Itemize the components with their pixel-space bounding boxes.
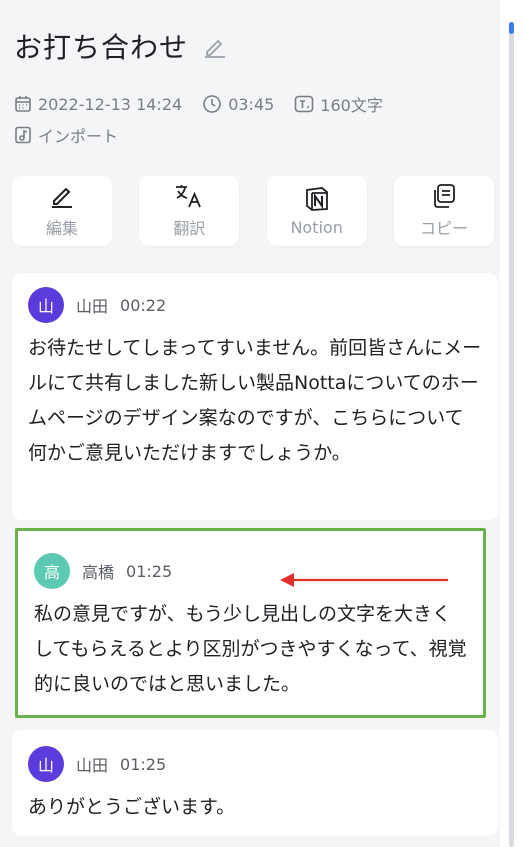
page-title: お打ち合わせ	[14, 31, 189, 64]
meta-chars: 160文字	[294, 92, 383, 116]
copy-icon	[434, 184, 455, 208]
meta-source-text: インポート	[38, 127, 119, 146]
scrollbar-thumb-accent	[509, 22, 514, 34]
transcript-item[interactable]: 山 山田 00:22 お待たせしてしまってすいません。前回皆さんにメールにて共有…	[12, 273, 498, 520]
music-file-icon	[15, 126, 31, 144]
meta-source-row: インポート	[14, 123, 138, 147]
meta-source: インポート	[14, 123, 118, 147]
speaker-row: 山 山田 00:22	[28, 285, 482, 325]
text-count-icon	[294, 95, 314, 113]
timestamp[interactable]: 00:22	[120, 296, 166, 315]
action-bar: 編集 翻訳 Notion コピー	[12, 176, 494, 246]
notion-button[interactable]: Notion	[266, 176, 367, 246]
avatar[interactable]: 山	[28, 746, 64, 782]
edit-button-label: 編集	[45, 219, 78, 238]
scrollbar-thumb[interactable]	[509, 22, 514, 847]
meta-row: 2022-12-13 14:24 03:45 160文字	[14, 92, 403, 116]
transcript-text[interactable]: お待たせしてしまってすいません。前回皆さんにメールにて共有しました新しい製品No…	[28, 331, 482, 471]
transcript-item-highlighted[interactable]: 高 高橋 01:25 私の意見ですが、もう少し見出しの文字を大きくしてもらえると…	[15, 528, 486, 718]
meta-date: 2022-12-13 14:24	[14, 95, 182, 114]
clock-icon	[203, 95, 221, 113]
transcript-text[interactable]: ありがとうございます。	[28, 790, 482, 825]
speaker-name[interactable]: 山田	[76, 293, 108, 317]
copy-button[interactable]: コピー	[393, 176, 494, 246]
transcript-text[interactable]: 私の意見ですが、もう少し見出しの文字を大きくしてもらえるとより区別がつきやすくな…	[34, 597, 467, 702]
title-row: お打ち合わせ	[14, 26, 228, 66]
notion-button-label: Notion	[290, 217, 343, 237]
calendar-icon	[15, 96, 31, 112]
avatar[interactable]: 山	[28, 287, 64, 323]
transcript-page: お打ち合わせ 2022-12-13 14:24 03:45 160文字 インポー…	[0, 0, 500, 847]
annotation-arrow-icon	[280, 573, 448, 587]
notion-icon	[305, 186, 328, 211]
meta-date-text: 2022-12-13 14:24	[38, 94, 183, 114]
meta-chars-text: 160文字	[320, 96, 383, 115]
speaker-name[interactable]: 高橋	[82, 559, 114, 583]
translate-button-label: 翻訳	[173, 219, 206, 238]
pencil-icon	[52, 187, 72, 208]
meta-duration-text: 03:45	[228, 94, 275, 114]
speaker-name[interactable]: 山田	[76, 752, 108, 776]
edit-button[interactable]: 編集	[12, 176, 112, 246]
avatar[interactable]: 高	[34, 553, 70, 589]
translate-icon	[176, 185, 202, 208]
translate-button[interactable]: 翻訳	[139, 176, 240, 246]
timestamp[interactable]: 01:25	[126, 562, 172, 581]
edit-title-icon[interactable]	[202, 33, 228, 59]
speaker-row: 山 山田 01:25	[28, 744, 482, 784]
transcript-item[interactable]: 山 山田 01:25 ありがとうございます。	[12, 730, 498, 836]
copy-button-label: コピー	[419, 219, 468, 238]
meta-duration: 03:45	[202, 94, 274, 114]
timestamp[interactable]: 01:25	[120, 755, 166, 774]
